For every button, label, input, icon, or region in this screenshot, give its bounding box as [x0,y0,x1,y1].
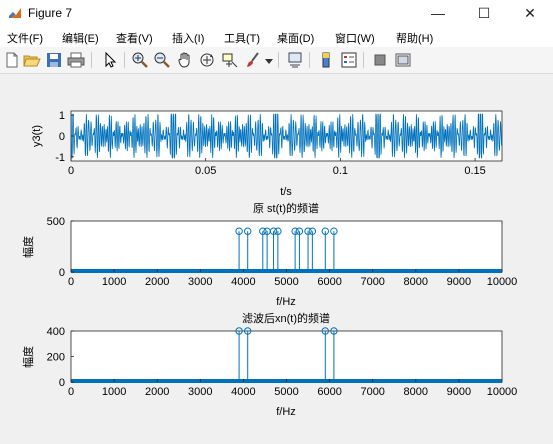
colorbar-icon[interactable] [317,51,335,69]
brush-dropdown-icon[interactable] [265,59,273,64]
matlab-app-icon [8,6,22,20]
menu-window[interactable]: 窗口(W) [335,30,375,46]
y-tick-label: 500 [47,216,65,228]
x-tick-label: 0.05 [195,165,216,177]
figure-canvas: 0 0.05 0.1 0.15 -1 0 1 y3(t) t/s 原 st(t)的频谱 01… [0,74,553,439]
x-tick-label: 4000 [231,276,255,288]
pointer-icon[interactable] [101,51,119,69]
rotate-3d-icon[interactable] [198,51,216,69]
toolbar-separator [91,52,92,68]
subplot-2-ylabel: 幅度 [21,236,35,258]
x-tick-label: 10000 [487,276,518,288]
y-tick-label: 0 [59,377,65,389]
subplot-1-xlabel: t/s [280,186,292,198]
print-icon[interactable] [67,51,85,69]
menu-file[interactable]: 文件(F) [7,30,43,46]
subplot-1-ylabel: y3(t) [31,125,43,147]
subplot-2-xlabel: f/Hz [276,296,296,308]
zoom-out-icon[interactable] [153,51,171,69]
show-plot-tools-icon[interactable] [394,51,412,69]
x-tick-label: 6000 [317,276,341,288]
x-tick-label: 0 [68,386,74,398]
subplot-2-axes[interactable] [70,220,503,273]
x-tick-label: 6000 [317,386,341,398]
y-tick-label: 1 [59,110,65,122]
x-tick-label: 10000 [487,386,518,398]
figure-plots[interactable]: 0 0.05 0.1 0.15-101 y3(t) t/s 原 st(t)的频谱 01… [0,74,553,439]
subplot-3-title: 滤波后xn(t)的频谱 [242,311,330,325]
link-plot-icon[interactable] [286,51,304,69]
x-tick-label: 3000 [188,276,212,288]
y-tick-label: 0 [59,267,65,279]
subplot-3-ylabel: 幅度 [21,346,35,368]
x-tick-label: 1000 [102,386,126,398]
new-figure-icon[interactable] [3,51,21,69]
x-tick-label: 5000 [274,276,298,288]
menu-desktop[interactable]: 桌面(D) [277,30,314,46]
x-tick-label: 0.15 [464,165,485,177]
toolbar-separator [309,52,310,68]
subplot-2-title: 原 st(t)的频谱 [253,201,319,215]
maximize-button[interactable]: ☐ [461,0,507,27]
y-tick-label: -1 [55,152,65,164]
subplot-3-axes[interactable] [70,330,503,383]
x-tick-label: 3000 [188,386,212,398]
toolbar-separator [278,52,279,68]
x-tick-label: 8000 [404,386,428,398]
x-tick-label: 1000 [102,276,126,288]
x-tick-label: 7000 [360,276,384,288]
data-cursor-icon[interactable] [221,51,239,69]
toolbar-separator [363,52,364,68]
x-tick-label: 8000 [404,276,428,288]
minimize-button[interactable]: — [415,0,461,27]
y-tick-label: 400 [47,326,65,338]
x-tick-label: 2000 [145,276,169,288]
pan-hand-icon[interactable] [176,51,194,69]
subplot-3-xlabel: f/Hz [276,406,296,418]
x-tick-label: 0.1 [333,165,348,177]
x-tick-label: 9000 [447,386,471,398]
title-bar: Figure 7 — ☐ ✕ [0,0,553,27]
y-tick-label: 0 [59,131,65,143]
legend-icon[interactable] [340,51,358,69]
menu-bar: 文件(F) 编辑(E) 查看(V) 插入(I) 工具(T) 桌面(D) 窗口(W… [0,27,553,47]
x-tick-label: 5000 [274,386,298,398]
figure-toolbar [0,47,553,74]
x-tick-label: 2000 [145,386,169,398]
x-tick-label: 0 [68,276,74,288]
menu-help[interactable]: 帮助(H) [396,30,433,46]
brush-icon[interactable] [244,51,262,69]
x-tick-label: 9000 [447,276,471,288]
x-tick-label: 4000 [231,386,255,398]
menu-edit[interactable]: 编辑(E) [62,30,99,46]
x-tick-label: 0 [68,165,74,177]
zoom-in-icon[interactable] [131,51,149,69]
close-button[interactable]: ✕ [507,0,553,27]
menu-insert[interactable]: 插入(I) [172,30,204,46]
menu-tools[interactable]: 工具(T) [224,30,260,46]
y-tick-label: 200 [47,352,65,364]
window-title: Figure 7 [28,6,73,20]
hide-plot-tools-icon[interactable] [371,51,389,69]
save-icon[interactable] [45,51,63,69]
x-tick-label: 7000 [360,386,384,398]
toolbar-separator [124,52,125,68]
open-folder-icon[interactable] [23,51,41,69]
menu-view[interactable]: 查看(V) [116,30,153,46]
